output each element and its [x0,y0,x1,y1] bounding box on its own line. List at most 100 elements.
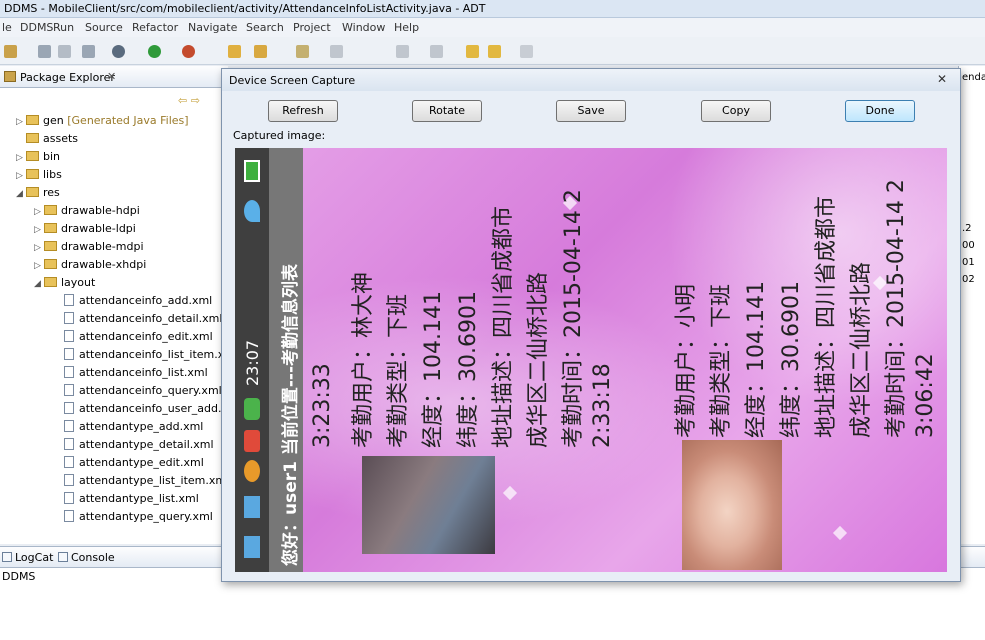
record-photo[interactable] [362,456,495,554]
tree-item-file[interactable]: attendanceinfo_user_add.xn [64,400,228,418]
forward-icon[interactable] [520,45,533,58]
tree-item-res[interactable]: ◢ res [16,184,60,202]
menu-project[interactable]: Project [293,21,331,34]
wifi-icon [244,200,260,222]
tree-item-label: attendanceinfo_user_add.xn [79,402,228,415]
expand-arrow-icon[interactable]: ▷ [34,221,44,239]
tree-item-file[interactable]: attendanceinfo_query.xml [64,382,222,400]
menu-source[interactable]: Source [85,21,123,34]
location-header: 您好：user1 当前位置---考勤信息列表 [281,263,301,566]
last-edit-icon[interactable] [466,45,479,58]
collapse-arrow-icon[interactable]: ◢ [34,275,44,293]
tree-item-libs[interactable]: ▷ libs [16,166,62,184]
refresh-button[interactable]: Refresh [268,100,338,122]
save-button[interactable]: Save [556,100,626,122]
xml-file-icon [64,492,74,504]
tree-item-bin[interactable]: ▷ bin [16,148,60,166]
tree-item-label: res [43,186,60,199]
expand-arrow-icon[interactable]: ▷ [34,203,44,221]
print-icon[interactable] [82,45,95,58]
tree-item-decoration: [Generated Java Files] [67,114,189,127]
tree-item-file[interactable]: attendanceinfo_list.xml [64,364,208,382]
expand-arrow-icon[interactable]: ▷ [16,149,26,167]
tree-item-file[interactable]: attendantype_add.xml [64,418,203,436]
copy-button[interactable]: Copy [701,100,771,122]
tree-item-file[interactable]: attendanceinfo_edit.xml [64,328,213,346]
usb-icon [244,398,260,420]
tree-item-file[interactable]: attendanceinfo_detail.xml [64,310,222,328]
tree-item-file[interactable]: attendantype_query.xml [64,508,213,526]
tree-item-drawable-ldpi[interactable]: ▷ drawable-ldpi [34,220,136,238]
external-tools-icon[interactable] [182,45,195,58]
tree-item-file[interactable]: attendantype_detail.xml [64,436,214,454]
tree-item-label: attendanceinfo_list.xml [79,366,208,379]
tree-item-layout[interactable]: ◢ layout [34,274,95,292]
right-panel-tab[interactable]: endanc [962,72,985,83]
tab-console[interactable]: Console [58,551,115,564]
package-explorer-tab[interactable]: Package Explorer ✕ [0,66,228,88]
pencil-icon[interactable] [254,45,267,58]
run-icon[interactable] [148,45,161,58]
folder-icon [26,151,39,161]
menu-refactor[interactable]: Refactor [132,21,178,34]
collapse-arrow-icon[interactable]: ◢ [16,185,26,203]
right-panel [958,66,985,544]
tree-item-drawable-mdpi[interactable]: ▷ drawable-mdpi [34,238,144,256]
xml-file-icon [64,294,74,306]
right-panel-value: 02 [962,274,975,285]
close-icon[interactable]: ✕ [933,72,951,87]
expand-arrow-icon[interactable]: ▷ [16,167,26,185]
tree-item-label: drawable-ldpi [61,222,136,235]
close-icon[interactable]: ✕ [107,70,116,83]
tree-item-file[interactable]: attendantype_list.xml [64,490,199,508]
record-photo[interactable] [682,440,782,570]
pin-icon[interactable] [330,45,343,58]
save-icon[interactable] [38,45,51,58]
menu-help[interactable]: Help [394,21,419,34]
next-annotation-icon[interactable] [396,45,409,58]
tree-item-drawable-xhdpi[interactable]: ▷ drawable-xhdpi [34,256,146,274]
console-icon [58,552,68,562]
tab-logcat[interactable]: LogCat [2,551,53,564]
prev-annotation-icon[interactable] [430,45,443,58]
tree-item-label: attendantype_list_item.xml [79,474,228,487]
debug-icon[interactable] [112,45,125,58]
done-button[interactable]: Done [845,100,915,122]
right-panel-value: 00 [962,240,975,251]
expand-arrow-icon[interactable]: ▷ [34,239,44,257]
menu-search[interactable]: Search [246,21,284,34]
record-type: 考勤类型：下班 [709,283,734,438]
phone-status-bar: 23:07 [235,148,269,572]
expand-arrow-icon[interactable]: ▷ [34,257,44,275]
menu-file[interactable]: le [2,21,12,34]
annotation-icon[interactable] [296,45,309,58]
tree-item-gen[interactable]: ▷ gen [Generated Java Files] [16,112,189,130]
tree-item-file[interactable]: attendanceinfo_add.xml [64,292,212,310]
rotate-button[interactable]: Rotate [412,100,482,122]
tree-item-file[interactable]: attendantype_edit.xml [64,454,204,472]
expand-arrow-icon[interactable]: ▷ [16,113,26,131]
tree-item-file[interactable]: attendanceinfo_list_item.xml [64,346,228,364]
tree-item-assets[interactable]: assets [16,130,78,148]
open-folder-icon[interactable] [228,45,241,58]
menu-ddms[interactable]: DDMS [20,21,53,34]
xml-file-icon [64,474,74,486]
xml-file-icon [64,330,74,342]
tree-item-file[interactable]: attendantype_list_item.xml [64,472,228,490]
menu-navigate[interactable]: Navigate [188,21,237,34]
folder-icon [26,169,39,179]
save-all-icon[interactable] [58,45,71,58]
menu-run[interactable]: Run [53,21,74,34]
battery-icon [244,160,260,182]
tree-item-label: drawable-hdpi [61,204,140,217]
tree-item-label: libs [43,168,62,181]
xml-file-icon [64,510,74,522]
record-longitude: 经度：104.141 [421,291,446,448]
record-time-cont: 2:33:18 [590,363,615,448]
tree-item-drawable-hdpi[interactable]: ▷ drawable-hdpi [34,202,140,220]
menu-window[interactable]: Window [342,21,385,34]
back-icon[interactable] [488,45,501,58]
back-forward-icon[interactable]: ⇦ ⇨ [178,94,200,107]
folder-icon [26,187,39,197]
new-icon[interactable] [4,45,17,58]
